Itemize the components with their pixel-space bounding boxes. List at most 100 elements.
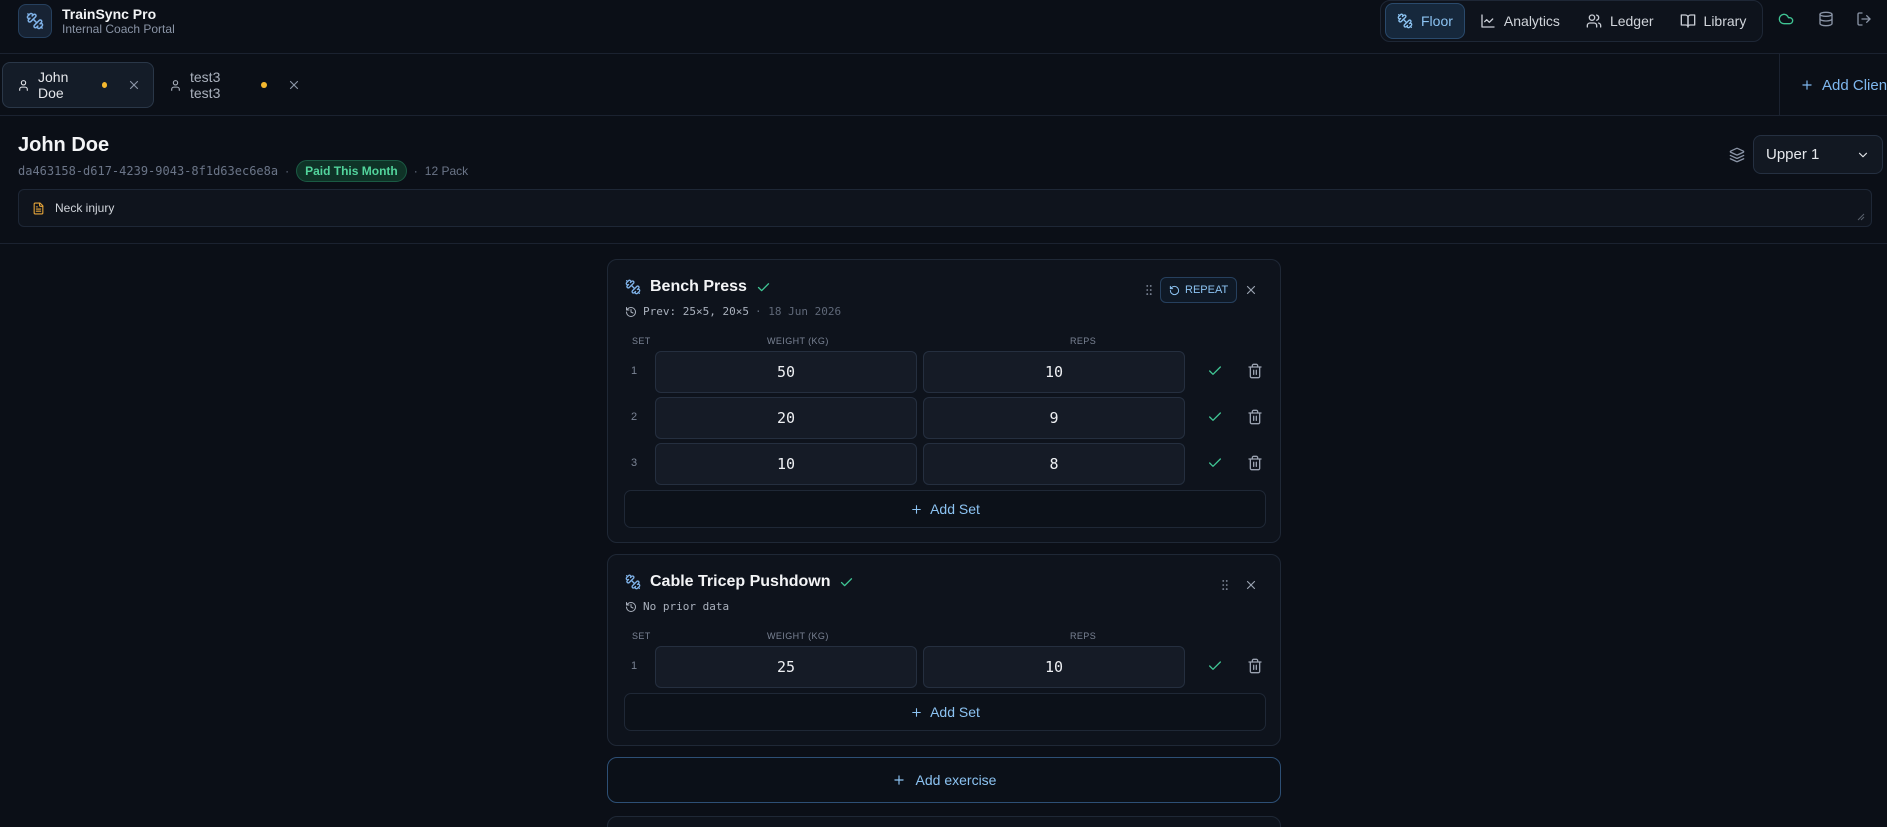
set-row: 1 25 10	[608, 646, 1282, 688]
routine-value: Upper 1	[1766, 146, 1820, 163]
dumbbell-icon	[1397, 13, 1413, 29]
user-icon	[169, 79, 182, 92]
tab-john-doe[interactable]: John Doe	[2, 62, 154, 108]
client-header: John Doe da463158-d617-4239-9043-8f1d63e…	[0, 116, 1887, 244]
nav-analytics[interactable]: Analytics	[1469, 3, 1571, 39]
resize-handle-icon[interactable]	[1857, 213, 1865, 221]
plus-icon	[910, 706, 923, 719]
check-icon[interactable]	[1207, 409, 1223, 425]
trash-icon[interactable]	[1247, 363, 1263, 379]
check-icon[interactable]	[1207, 658, 1223, 674]
column-header-set: SET	[632, 336, 651, 346]
meta-separator: ·	[285, 164, 290, 178]
nav-analytics-label: Analytics	[1503, 13, 1560, 29]
set-row: 3 10 8	[608, 443, 1282, 485]
package-label: 12 Pack	[424, 164, 469, 178]
weight-input[interactable]: 50	[655, 351, 917, 393]
weight-input[interactable]: 20	[655, 397, 917, 439]
exercise-title: Bench Press	[625, 278, 771, 296]
chart-line-icon	[1480, 13, 1496, 29]
check-icon[interactable]	[1207, 363, 1223, 379]
history-icon	[625, 601, 637, 613]
exercise-card-cable-tricep-pushdown: Cable Tricep Pushdown No prior data SET …	[607, 554, 1281, 746]
check-icon	[839, 575, 854, 590]
set-number: 2	[631, 411, 638, 423]
dumbbell-logo-icon	[18, 4, 52, 38]
grip-vertical-icon[interactable]	[1142, 282, 1156, 298]
top-bar: TrainSync Pro Internal Coach Portal Floo…	[0, 0, 1887, 54]
add-set-button[interactable]: Add Set	[624, 693, 1266, 731]
file-text-icon	[32, 202, 45, 215]
add-exercise-label: Add exercise	[915, 772, 997, 788]
set-row: 2 20 9	[608, 397, 1282, 439]
close-icon[interactable]	[1244, 578, 1258, 592]
trash-icon[interactable]	[1247, 455, 1263, 471]
exercise-card-bench-press: Bench Press Prev: 25×5, 20×5 · 18 Jun 20…	[607, 259, 1281, 543]
check-icon	[756, 280, 771, 295]
close-icon[interactable]	[287, 78, 301, 92]
next-card-edge	[607, 816, 1281, 827]
add-client-label: Add Client	[1822, 76, 1887, 94]
cloud-icon[interactable]	[1778, 11, 1794, 27]
notes-text: Neck injury	[55, 201, 115, 215]
reps-input[interactable]: 9	[923, 397, 1185, 439]
users-icon	[1586, 13, 1602, 29]
client-name: John Doe	[18, 134, 110, 156]
add-exercise-button[interactable]: Add exercise	[607, 757, 1281, 803]
client-notes-field[interactable]: Neck injury	[18, 189, 1872, 227]
previous-performance: No prior data	[625, 600, 729, 613]
unsaved-dot	[101, 82, 107, 88]
add-set-button[interactable]: Add Set	[624, 490, 1266, 528]
set-number: 1	[631, 660, 638, 672]
history-icon	[625, 306, 637, 318]
nav-floor[interactable]: Floor	[1385, 3, 1465, 39]
nav-library[interactable]: Library	[1669, 3, 1758, 39]
add-client-button[interactable]: Add Client	[1779, 54, 1887, 116]
column-header-reps: REPS	[1070, 631, 1097, 641]
payment-status-badge: Paid This Month	[296, 160, 407, 182]
repeat-button[interactable]: REPEAT	[1160, 277, 1238, 303]
close-icon[interactable]	[127, 78, 141, 92]
set-number: 1	[631, 365, 638, 377]
user-icon	[17, 79, 30, 92]
plus-icon	[892, 773, 906, 787]
tab-label: John Doe	[38, 69, 69, 101]
brand[interactable]: TrainSync Pro Internal Coach Portal	[18, 4, 175, 38]
weight-input[interactable]: 25	[655, 646, 917, 688]
nav-ledger[interactable]: Ledger	[1575, 3, 1665, 39]
add-set-label: Add Set	[930, 704, 980, 720]
tab-test3-test3[interactable]: test3 test3	[155, 62, 313, 108]
prev-text: No prior data	[643, 600, 730, 613]
check-icon[interactable]	[1207, 455, 1223, 471]
reps-input[interactable]: 10	[923, 646, 1185, 688]
reps-input[interactable]: 10	[923, 351, 1185, 393]
rotate-ccw-icon	[1169, 285, 1180, 296]
layers-icon	[1729, 147, 1745, 163]
trash-icon[interactable]	[1247, 658, 1263, 674]
close-icon[interactable]	[1244, 283, 1258, 297]
app-title: TrainSync Pro	[62, 6, 157, 22]
set-number: 3	[631, 457, 638, 469]
grip-vertical-icon[interactable]	[1218, 577, 1232, 593]
add-set-label: Add Set	[930, 501, 980, 517]
dumbbell-icon	[625, 574, 641, 590]
reps-input[interactable]: 8	[923, 443, 1185, 485]
routine-select[interactable]: Upper 1	[1753, 135, 1883, 174]
nav-floor-label: Floor	[1421, 13, 1453, 29]
chevron-down-icon	[1856, 148, 1870, 162]
nav-ledger-label: Ledger	[1609, 13, 1654, 29]
exercise-name: Cable Tricep Pushdown	[650, 573, 831, 590]
tab-label: test3 test3	[190, 69, 221, 101]
plus-icon	[910, 503, 923, 516]
trash-icon[interactable]	[1247, 409, 1263, 425]
client-meta: da463158-d617-4239-9043-8f1d63ec6e8a · P…	[18, 160, 468, 182]
exercise-title: Cable Tricep Pushdown	[625, 573, 854, 591]
app-subtitle: Internal Coach Portal	[62, 22, 175, 36]
weight-input[interactable]: 10	[655, 443, 917, 485]
database-icon[interactable]	[1818, 11, 1834, 27]
logout-icon[interactable]	[1856, 11, 1872, 27]
previous-performance: Prev: 25×5, 20×5 · 18 Jun 2026	[625, 305, 841, 318]
unsaved-dot	[261, 82, 267, 88]
prev-text: Prev: 25×5, 20×5	[643, 305, 749, 318]
meta-separator: ·	[413, 164, 418, 178]
